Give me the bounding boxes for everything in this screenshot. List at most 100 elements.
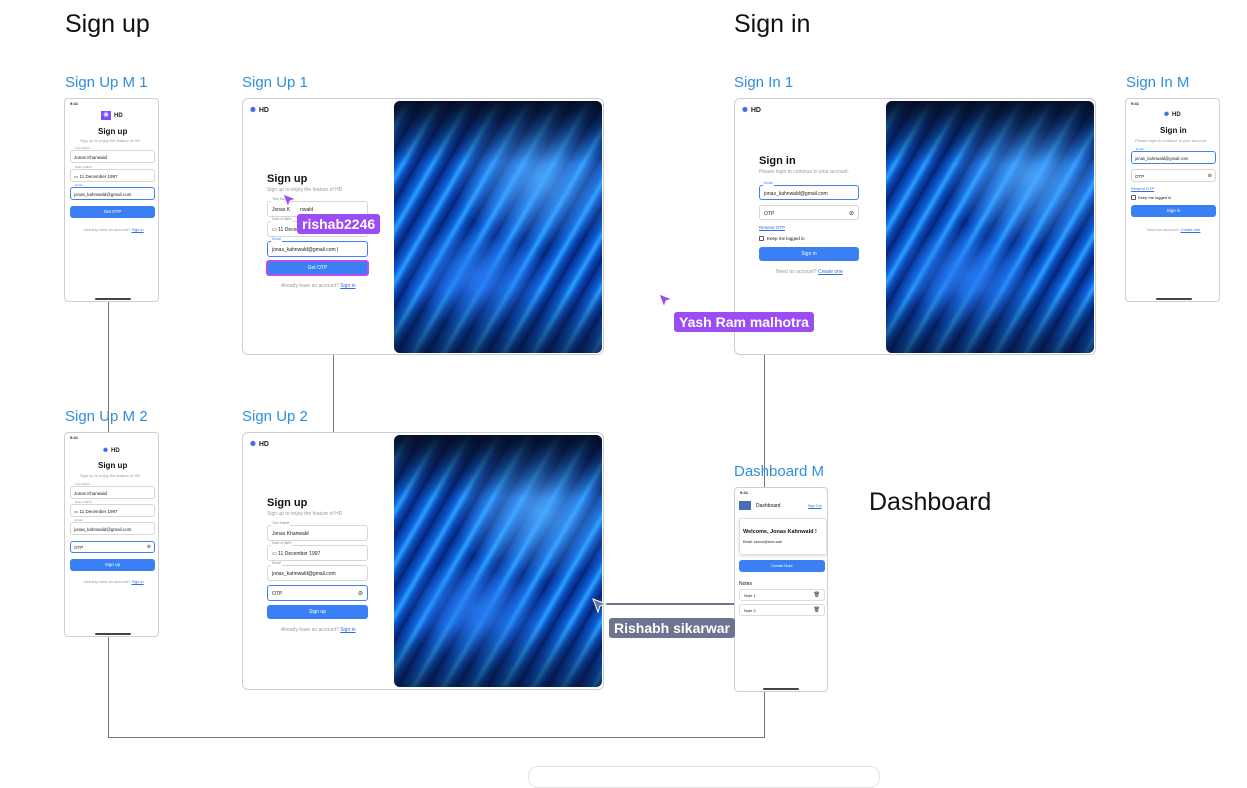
frame-label-signup-1[interactable]: Sign Up 1: [242, 74, 308, 91]
keep-logged-label: Keep me logged in: [767, 236, 805, 241]
resend-otp-link[interactable]: Resend OTP: [1131, 186, 1154, 191]
frame-dashboard-m[interactable]: 9:41 Dashboard Sign Out Welcome, Jonas K…: [734, 487, 828, 692]
signin-link[interactable]: Sign in: [131, 227, 143, 232]
keep-logged-checkbox[interactable]: [759, 236, 764, 241]
email-value: jonas_kahnwald@gmail.com: [272, 571, 336, 577]
otp-field[interactable]: OTP ⊘: [1131, 169, 1216, 182]
sign-up-button[interactable]: Sign up: [267, 605, 368, 619]
page-title: Sign up: [98, 127, 128, 136]
email-label: Email: [271, 237, 282, 242]
hero-image: [394, 435, 602, 687]
section-title-signup: Sign up: [65, 10, 150, 38]
logo-star-icon: ✳: [101, 111, 111, 120]
page-title: Sign in: [1160, 126, 1187, 135]
status-time: 9:41: [70, 435, 79, 440]
email-field[interactable]: Email jonas_kahnwald@gmail.com: [70, 184, 155, 200]
frame-label-signin-1[interactable]: Sign In 1: [734, 74, 793, 91]
create-one-link[interactable]: Create one: [1181, 227, 1201, 232]
frame-signup-m1[interactable]: 9:41 ✳ HD Sign up Sign up to enjoy the f…: [64, 98, 159, 302]
logo: ✺ HD: [742, 106, 761, 115]
create-prompt: Need an account? Create one: [1147, 227, 1200, 232]
connector-si1-dash: [764, 354, 765, 488]
frame-label-signin-m[interactable]: Sign In M: [1126, 74, 1189, 91]
page-title: Sign up: [267, 173, 308, 185]
email-field[interactable]: Email jonas_kahnwald@gmail.com: [759, 181, 859, 200]
welcome-email: Email: xxxxxx@xxxx.com: [743, 540, 783, 544]
get-otp-button[interactable]: Get OTP: [70, 206, 155, 218]
name-field[interactable]: Your Name Jonas Khanwald: [70, 483, 155, 499]
logo-text: HD: [258, 106, 269, 114]
dob-label: Date of Birth: [74, 500, 93, 504]
note-row[interactable]: Note 2 🗑: [739, 604, 825, 616]
name-field[interactable]: Your Name Jonas Khanwald: [70, 147, 155, 163]
create-note-button[interactable]: Create Note: [739, 560, 825, 572]
section-title-dashboard: Dashboard: [869, 488, 992, 516]
sign-in-button[interactable]: Sign in: [1131, 205, 1216, 217]
logo-text: HD: [111, 447, 120, 454]
get-otp-button[interactable]: Get OTP: [266, 260, 369, 276]
dob-value: 11 December 1997: [79, 509, 118, 514]
dob-field[interactable]: Date of Birth ▭ 11 December 1997: [267, 541, 368, 561]
dob-value-wrap: ▭ 11 December 1997: [272, 551, 320, 557]
dob-value-wrap: ▭ 11 December 1997: [74, 509, 117, 515]
signin-link[interactable]: Sign in: [340, 627, 355, 633]
dob-field[interactable]: Date of Birth ▭ 11 December 1997: [70, 166, 155, 182]
connector-dash-up: [764, 692, 765, 738]
frame-signin-m[interactable]: 9:41 ✺ HD Sign in Please login to continu…: [1125, 98, 1220, 302]
frame-signup-m2[interactable]: 9:41 ✺ HD Sign up Sign up to enjoy the fe…: [64, 432, 159, 637]
name-field[interactable]: Your Name Jonas Khanwald: [267, 521, 368, 541]
frame-signup-2[interactable]: ✺ HD Sign up Sign up to enjoy the feature…: [242, 432, 604, 690]
signin-link[interactable]: Sign in: [340, 283, 355, 289]
email-field[interactable]: Email jonas_kahnwald@gmail.com |: [267, 237, 368, 257]
page-subtitle: Sign up to enjoy the feature of HD: [267, 187, 343, 193]
email-field[interactable]: Email jonas_kahnwald@gmail.com: [1131, 148, 1216, 164]
email-field[interactable]: Email jonas_kahnwald@gmail.com: [267, 561, 368, 581]
dashboard-title: Dashboard: [756, 503, 781, 509]
note-row[interactable]: Note 1 🗑: [739, 589, 825, 601]
home-indicator: [763, 688, 799, 690]
section-title-signin: Sign in: [734, 10, 811, 38]
cursor-arrow-icon: [592, 598, 608, 614]
keep-logged-checkbox[interactable]: [1131, 195, 1136, 200]
frame-label-signup-2[interactable]: Sign Up 2: [242, 408, 308, 425]
signin-prompt-text: Already have an account?: [281, 627, 339, 633]
calendar-icon: ▭: [272, 551, 277, 557]
logo-text: HD: [114, 112, 123, 119]
frame-label-dashboard-m[interactable]: Dashboard M: [734, 463, 824, 480]
eye-off-icon[interactable]: ⊘: [1208, 173, 1212, 179]
name-value-right: nwald: [300, 207, 314, 213]
sign-in-button[interactable]: Sign in: [759, 247, 859, 261]
email-field[interactable]: Email jonas_kahnwald@gmail.com: [70, 519, 155, 535]
email-value: jonas_kahnwald@gmail.com: [1135, 156, 1189, 161]
otp-field[interactable]: OTP ⊘: [70, 541, 155, 553]
cursor-label-yash: Yash Ram malhotra: [674, 312, 814, 332]
eye-off-icon[interactable]: ⊘: [358, 590, 363, 597]
name-value: Jonas Khanwald: [74, 155, 108, 160]
logo: ✺ HD: [250, 440, 269, 449]
home-indicator: [95, 298, 131, 300]
logo-star-icon: ✺: [742, 107, 748, 114]
otp-field[interactable]: OTP ⊘: [759, 205, 859, 220]
eye-off-icon[interactable]: ⊘: [849, 210, 854, 217]
sign-up-button[interactable]: Sign up: [70, 559, 155, 571]
trash-icon[interactable]: 🗑: [814, 607, 820, 613]
dob-value-wrap: ▭ 11 December 1997: [74, 174, 117, 180]
cursor-label-rishabh: Rishabh sikarwar: [609, 618, 735, 638]
signin-prompt: Already have an account? Sign in: [281, 283, 356, 289]
frame-label-signup-m1[interactable]: Sign Up M 1: [65, 74, 148, 91]
dob-field[interactable]: Date of Birth ▭ 11 December 1997: [70, 500, 155, 517]
sign-out-link[interactable]: Sign Out: [808, 504, 822, 508]
bottom-toolbar[interactable]: [528, 766, 880, 788]
create-prompt-text: Need an account?: [776, 269, 817, 275]
otp-placeholder: OTP: [764, 211, 775, 217]
signin-prompt: Already have an account? Sign in: [281, 627, 356, 633]
signin-link[interactable]: Sign in: [131, 579, 143, 584]
email-label: Email: [763, 181, 774, 186]
signin-prompt: Already have an account? Sign in: [84, 579, 144, 584]
create-one-link[interactable]: Create one: [818, 269, 843, 275]
resend-otp-link[interactable]: Resend OTP: [759, 225, 785, 230]
otp-field[interactable]: OTP ⊘: [267, 585, 368, 601]
frame-label-signup-m2[interactable]: Sign Up M 2: [65, 408, 148, 425]
eye-off-icon[interactable]: ⊘: [147, 544, 151, 550]
trash-icon[interactable]: 🗑: [814, 592, 820, 598]
